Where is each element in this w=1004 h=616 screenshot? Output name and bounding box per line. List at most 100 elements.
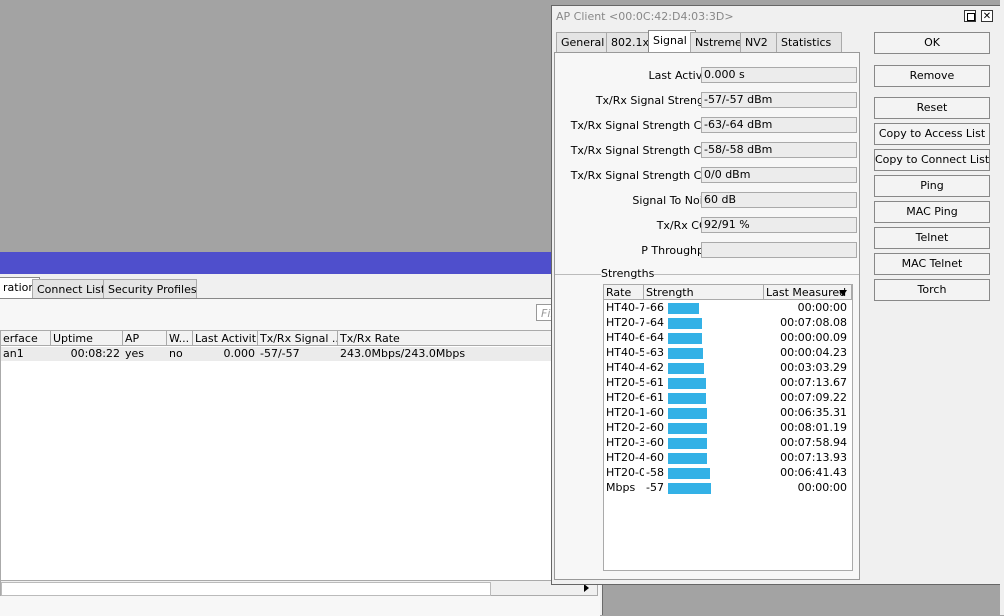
cell-rate: HT20-5 [606,376,644,389]
field-label: Tx/Rx Signal Strength Ch0: [570,119,719,132]
cell-rate: HT40-6 [606,331,644,344]
table-row[interactable]: HT20-7 -64 00:07:08.08 [604,316,852,331]
ccq-value: 92/91 % [701,217,857,233]
close-icon[interactable]: ✕ [981,10,993,22]
maximize-icon[interactable] [964,10,976,22]
strength-bar [668,438,707,449]
tab-statistics[interactable]: Statistics [776,32,842,52]
cell-strength: -61 [646,391,664,404]
table-row[interactable]: HT20-2 -60 00:08:01.19 [604,421,852,436]
cell-rate: 243.0Mbps/243.0Mbps [340,347,466,360]
ap-client-titlebar[interactable]: AP Client <00:0C:42:D4:03:3D> ✕ [552,6,1003,28]
telnet-button[interactable]: Telnet [874,227,990,249]
strength-bar [668,363,704,374]
tab-general[interactable]: General [556,32,612,52]
column-last-activity[interactable]: Last Activit... [193,331,258,346]
torch-button[interactable]: Torch [874,279,990,301]
table-row[interactable]: HT40-4 -62 00:03:03.29 [604,361,852,376]
tab-connect-list[interactable]: Connect List [32,279,110,299]
signal-to-noise-value: 60 dB [701,192,857,208]
signal-panel: Last Activity: 0.000 s Tx/Rx Signal Stre… [554,52,860,580]
mac-ping-button[interactable]: MAC Ping [874,201,990,223]
strength-bar [668,393,706,404]
scrollbar-thumb[interactable] [1,582,491,596]
strength-bar [668,303,699,314]
remove-button[interactable]: Remove [874,65,990,87]
tab-nstreme[interactable]: Nstreme [690,32,746,52]
cell-strength: -63 [646,346,664,359]
cell-rate: HT20-0 [606,466,644,479]
cell-rate: HT20-2 [606,421,644,434]
cell-rate: HT20-3 [606,436,644,449]
cell-w: no [169,347,183,360]
registration-table: erface Uptime AP W... Last Activit... Tx… [0,330,600,582]
signal-ch0-value: -63/-64 dBm [701,117,857,133]
copy-to-access-list-button[interactable]: Copy to Access List [874,123,990,145]
strength-bar [668,453,707,464]
column-uptime[interactable]: Uptime [51,331,123,346]
cell-strength: -66 [646,301,664,314]
cell-strength: -60 [646,406,664,419]
sort-dropdown-icon[interactable] [839,290,847,296]
cell-last-measured: 00:07:09.22 [780,391,847,404]
ok-button[interactable]: OK [874,32,990,54]
strength-bar [668,378,706,389]
cell-strength: -60 [646,421,664,434]
column-rate[interactable]: Rate [604,285,644,300]
strength-bar [668,468,710,479]
strength-bar [668,423,707,434]
reset-button[interactable]: Reset [874,97,990,119]
cell-rate: Mbps [606,481,636,494]
tab-security-profiles[interactable]: Security Profiles [103,279,197,299]
cell-last-activity: 0.000 [223,347,256,360]
window-title: AP Client <00:0C:42:D4:03:3D> [556,10,734,23]
table-row[interactable]: Mbps -57 00:00:00 [604,481,852,496]
cell-strength: -57 [646,481,664,494]
cell-last-measured: 00:07:13.67 [780,376,847,389]
tab-8021x[interactable]: 802.1x [606,32,654,52]
cell-rate: HT20-6 [606,391,644,404]
scroll-right-icon[interactable] [584,584,589,592]
column-strength[interactable]: Strength [644,285,764,300]
signal-strength-value: -57/-57 dBm [701,92,857,108]
column-w[interactable]: W... [167,331,193,346]
cell-last-measured: 00:03:03.29 [780,361,847,374]
strength-bar [668,483,711,494]
mac-telnet-button[interactable]: MAC Telnet [874,253,990,275]
column-signal[interactable]: Tx/Rx Signal ... [258,331,338,346]
column-ap[interactable]: AP [123,331,167,346]
cell-last-measured: 00:00:00 [797,301,847,314]
cell-rate: HT20-4 [606,451,644,464]
cell-uptime: 00:08:22 [70,347,120,360]
registration-window: ✕ ration Connect List Security Profiles … [0,252,603,616]
tab-signal[interactable]: Signal [648,30,696,53]
table-row[interactable]: HT20-4 -60 00:07:13.93 [604,451,852,466]
table-row[interactable]: HT40-6 -64 00:00:00.09 [604,331,852,346]
table-row[interactable]: HT20-1 -60 00:06:35.31 [604,406,852,421]
table-row[interactable]: HT20-0 -58 00:06:41.43 [604,466,852,481]
strength-bar [668,318,702,329]
cell-rate: HT20-1 [606,406,644,419]
ap-client-window: AP Client <00:0C:42:D4:03:3D> ✕ General … [551,5,1004,585]
registration-titlebar[interactable]: ✕ [0,252,602,274]
table-row[interactable]: HT20-3 -60 00:07:58.94 [604,436,852,451]
copy-to-connect-list-button[interactable]: Copy to Connect List [874,149,990,171]
column-interface[interactable]: erface [1,331,51,346]
strengths-table: Rate Strength Last Measured HT40-7 -66 00:… [603,284,853,571]
table-row[interactable]: HT20-6 -61 00:07:09.22 [604,391,852,406]
cell-last-measured: 00:00:04.23 [780,346,847,359]
ping-button[interactable]: Ping [874,175,990,197]
table-row[interactable]: HT40-5 -63 00:00:04.23 [604,346,852,361]
horizontal-scrollbar[interactable] [0,580,598,596]
cell-last-measured: 00:06:35.31 [780,406,847,419]
strength-bar [668,333,702,344]
field-label: Tx/Rx Signal Strength Ch1: [570,144,719,157]
table-row[interactable]: HT20-5 -61 00:07:13.67 [604,376,852,391]
strength-bar [668,408,707,419]
cell-strength: -64 [646,331,664,344]
cell-strength: -58 [646,466,664,479]
table-row[interactable]: HT40-7 -66 00:00:00 [604,301,852,316]
cell-last-measured: 00:08:01.19 [780,421,847,434]
cell-last-measured: 00:06:41.43 [780,466,847,479]
table-row[interactable]: an1 00:08:22 yes no 0.000 -57/-57 243.0M… [1,347,597,361]
